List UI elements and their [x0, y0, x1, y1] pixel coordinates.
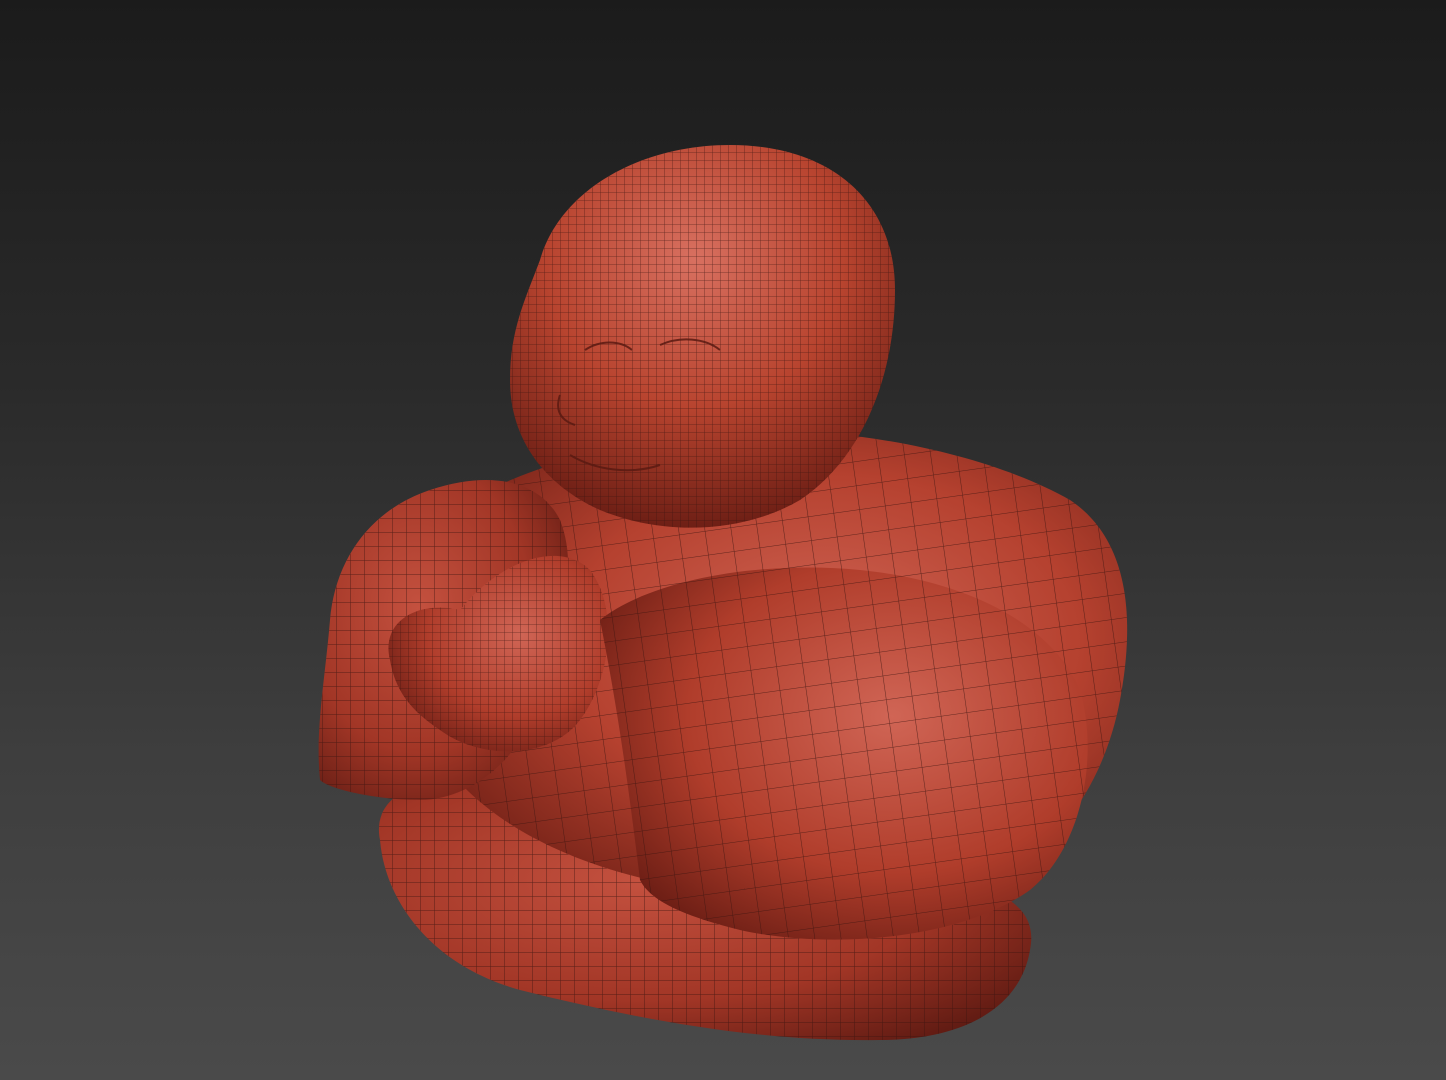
3d-viewport[interactable]: [0, 0, 1446, 1080]
scene-canvas[interactable]: [0, 0, 1446, 1080]
buddha-model[interactable]: [318, 145, 1128, 1041]
model-right-sleeve: [600, 567, 1088, 940]
